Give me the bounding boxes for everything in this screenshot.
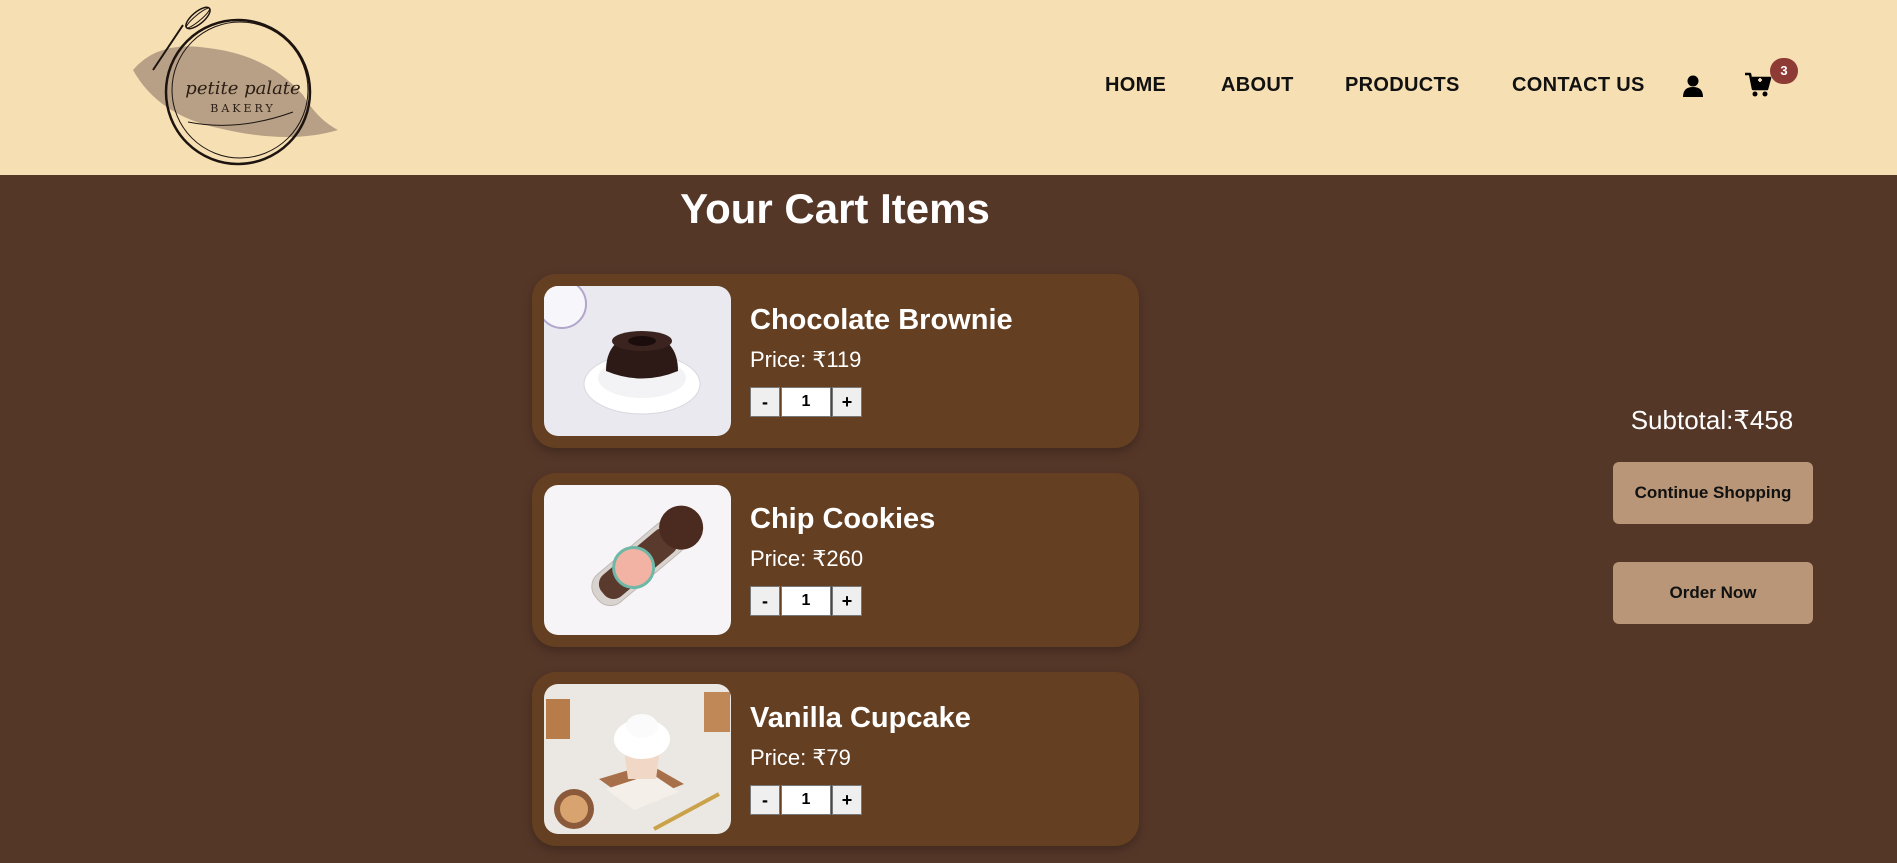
continue-shopping-button[interactable]: Continue Shopping [1613,462,1813,524]
quantity-stepper: - + [750,785,862,815]
nav-about[interactable]: ABOUT [1221,74,1294,97]
decrease-quantity-button[interactable]: - [750,387,780,417]
nav-home[interactable]: HOME [1105,74,1166,97]
quantity-input[interactable] [781,586,831,616]
nav-contact-us[interactable]: CONTACT US [1512,74,1645,97]
logo-name: petite palate [185,78,301,99]
page-title: Your Cart Items [680,185,990,232]
vanilla-cupcake-image [544,684,731,834]
item-price: Price: ₹79 [750,745,851,770]
logo-tagline: BAKERY [210,102,276,115]
cart-count-badge: 3 [1770,58,1798,84]
item-price: Price: ₹119 [750,347,862,372]
quantity-input[interactable] [781,387,831,417]
chocolate-brownie-image [544,286,731,436]
increase-quantity-button[interactable]: + [832,785,862,815]
cart-subtotal: Subtotal:₹458 [1630,405,1794,435]
cart-item-card: Chip Cookies Price: ₹260 - + [532,473,1139,647]
decrease-quantity-button[interactable]: - [750,785,780,815]
item-price: Price: ₹260 [750,546,864,571]
chip-cookies-image [544,485,731,635]
cart-item-card: Vanilla Cupcake Price: ₹79 - + [532,672,1139,846]
bakery-logo[interactable]: petite palate BAKERY [128,0,358,175]
decrease-quantity-button[interactable]: - [750,586,780,616]
increase-quantity-button[interactable]: + [832,586,862,616]
order-now-button[interactable]: Order Now [1613,562,1813,624]
quantity-stepper: - + [750,586,862,616]
quantity-input[interactable] [781,785,831,815]
shopping-cart-icon[interactable] [1743,70,1773,100]
user-icon[interactable] [1681,74,1705,98]
item-name: Vanilla Cupcake [750,702,971,734]
site-header: petite palate BAKERY HOME ABOUT PRODUCTS… [0,0,1897,175]
item-name: Chocolate Brownie [750,304,1013,336]
item-name: Chip Cookies [750,503,936,535]
increase-quantity-button[interactable]: + [832,387,862,417]
nav-products[interactable]: PRODUCTS [1345,74,1460,97]
quantity-stepper: - + [750,387,862,417]
cart-item-card: Chocolate Brownie Price: ₹119 - + [532,274,1139,448]
